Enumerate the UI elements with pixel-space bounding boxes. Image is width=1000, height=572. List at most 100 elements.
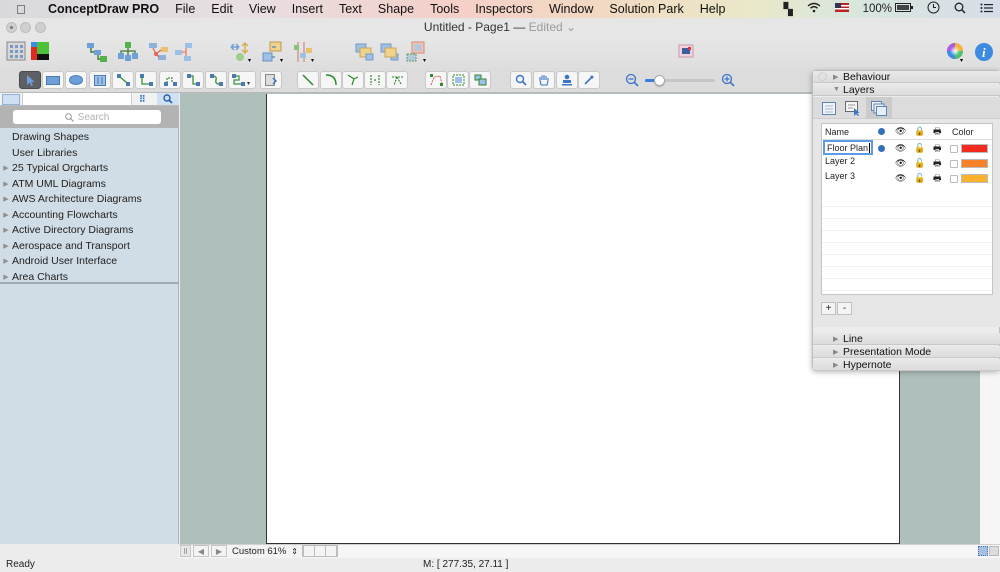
library-item[interactable]: ▶ ATM UML Diagrams <box>0 176 178 191</box>
ellipse-tool-button[interactable] <box>65 71 87 89</box>
flag-input-source-icon[interactable] <box>834 3 849 15</box>
page-thumbnail[interactable] <box>326 546 336 556</box>
spotlight-search-icon[interactable] <box>954 2 966 17</box>
menu-help[interactable]: Help <box>700 2 726 16</box>
text-box-tool-button[interactable] <box>89 71 111 89</box>
column-header-name[interactable]: Name <box>825 124 849 139</box>
menu-inspectors[interactable]: Inspectors <box>475 2 533 16</box>
disclosure-triangle-icon[interactable]: ▶ <box>0 273 12 281</box>
app-grid-status-icon[interactable]: ▚ <box>784 2 793 16</box>
layer-checkbox[interactable] <box>950 156 958 171</box>
poly-edit-button[interactable] <box>425 71 447 89</box>
wifi-icon[interactable] <box>807 2 821 16</box>
mind-map-icon[interactable] <box>146 40 170 64</box>
library-item[interactable]: ▶ Accounting Flowcharts <box>0 207 178 222</box>
menu-edit[interactable]: Edit <box>211 2 233 16</box>
library-path-field[interactable] <box>22 93 132 105</box>
menu-tools[interactable]: Tools <box>430 2 459 16</box>
page-thumbnail[interactable] <box>315 546 325 556</box>
round-connector-button[interactable] <box>205 71 227 89</box>
apple-menu-icon[interactable]:  <box>16 2 32 17</box>
layer-checkbox[interactable] <box>950 171 958 186</box>
zoom-slider-knob[interactable] <box>654 75 665 86</box>
line-tool-button[interactable] <box>297 71 319 89</box>
library-item[interactable]: ▶ 25 Typical Orgcharts <box>0 160 178 175</box>
unlock-toggle-icon[interactable]: 🔓 <box>914 156 925 171</box>
color-wheel-icon[interactable]: ▾ <box>943 40 967 64</box>
disclosure-triangle-icon[interactable]: ▶ <box>0 180 12 188</box>
layer-color-swatch[interactable] <box>961 156 988 171</box>
layer-checkbox[interactable] <box>950 141 958 156</box>
printable-toggle-icon[interactable]: 🖶 <box>933 156 942 171</box>
page-layers-tab[interactable] <box>817 97 841 119</box>
layer-color-swatch[interactable] <box>961 141 988 156</box>
layer-name[interactable]: Layer 3 <box>825 168 855 183</box>
pause-button[interactable]: II <box>180 545 191 557</box>
tree-view-icon[interactable] <box>2 94 20 105</box>
layer-color-swatch[interactable] <box>961 171 988 186</box>
zoom-tool-button[interactable] <box>510 71 532 89</box>
current-layer-indicator[interactable] <box>878 141 885 156</box>
menu-shape[interactable]: Shape <box>378 2 414 16</box>
unlock-toggle-icon[interactable]: 🔓 <box>914 141 925 156</box>
battery-percent[interactable]: 100% <box>863 3 892 15</box>
zoom-select[interactable]: Custom 61% ⇕ <box>229 545 301 558</box>
eyedropper-tool-button[interactable] <box>578 71 600 89</box>
disclosure-triangle-icon[interactable]: ▶ <box>0 257 12 265</box>
freehand-tool-button[interactable] <box>386 71 408 89</box>
visible-toggle-icon[interactable]: 👁 <box>895 141 906 156</box>
sidebar-splitter[interactable] <box>0 282 179 284</box>
crop-tool-button[interactable] <box>447 71 469 89</box>
library-item[interactable]: ▶ AWS Architecture Diagrams <box>0 191 178 206</box>
edited-chevron-icon[interactable]: ⌄ <box>566 20 576 34</box>
drawing-page[interactable] <box>266 94 900 544</box>
previous-page-button[interactable]: ◀ <box>193 545 209 557</box>
fit-page-icon[interactable] <box>978 546 988 556</box>
disclosure-triangle-icon[interactable]: ▶ <box>0 226 12 234</box>
unlock-toggle-icon[interactable]: 🔓 <box>914 171 925 186</box>
add-layer-button[interactable]: + <box>821 302 836 315</box>
smart-connector-button[interactable] <box>135 71 157 89</box>
fit-width-icon[interactable] <box>989 546 999 556</box>
menu-insert[interactable]: Insert <box>292 2 323 16</box>
menu-text[interactable]: Text <box>339 2 362 16</box>
disclosure-triangle-icon[interactable]: ▶ <box>0 195 12 203</box>
direct-connector-button[interactable] <box>112 71 134 89</box>
org-tree-icon[interactable] <box>116 40 140 64</box>
distribute-icon[interactable]: ▾ <box>292 40 316 64</box>
stamp-tool-button[interactable] <box>556 71 578 89</box>
bring-front-icon[interactable] <box>353 40 377 64</box>
menu-window[interactable]: Window <box>549 2 593 16</box>
library-item[interactable]: ▶ Android User Interface <box>0 253 178 268</box>
zoom-slider[interactable] <box>645 75 715 86</box>
arc-tool-button[interactable] <box>320 71 342 89</box>
send-back-icon[interactable] <box>378 40 402 64</box>
rotate-flip-icon[interactable]: ▾ <box>229 40 253 64</box>
section-layers[interactable]: ▼ Layers <box>813 84 1000 96</box>
notification-center-icon[interactable] <box>980 3 993 16</box>
select-tool-button[interactable] <box>19 71 41 89</box>
curve-connector-button[interactable] <box>182 71 204 89</box>
group-icon[interactable]: ▾ <box>404 40 428 64</box>
menu-file[interactable]: File <box>175 2 195 16</box>
arc-connector-button[interactable] <box>159 71 181 89</box>
layout-grid-icon[interactable] <box>4 39 28 63</box>
library-item[interactable]: Drawing Shapes <box>0 129 178 144</box>
library-item[interactable]: ▶ Aerospace and Transport <box>0 238 178 253</box>
color-blocks-icon[interactable] <box>28 39 52 63</box>
library-search-input[interactable]: Search <box>13 110 161 124</box>
edited-status[interactable]: Edited <box>529 20 563 34</box>
section-hypernote[interactable]: ▶ Hypernote <box>813 359 1000 371</box>
group-edit-button[interactable] <box>469 71 491 89</box>
info-icon[interactable]: i <box>972 40 996 64</box>
zoom-out-icon[interactable] <box>625 73 639 90</box>
disclosure-triangle-icon[interactable]: ▶ <box>0 164 12 172</box>
selection-layers-tab[interactable] <box>841 97 865 119</box>
bezier-tool-button[interactable] <box>342 71 364 89</box>
page-thumbnail[interactable] <box>304 546 314 556</box>
rectangle-tool-button[interactable] <box>42 71 64 89</box>
library-search-toggle[interactable] <box>157 93 179 105</box>
layer-name[interactable]: Layer 2 <box>825 153 855 168</box>
present-icon[interactable] <box>674 39 698 63</box>
visible-toggle-icon[interactable]: 👁 <box>895 171 906 186</box>
